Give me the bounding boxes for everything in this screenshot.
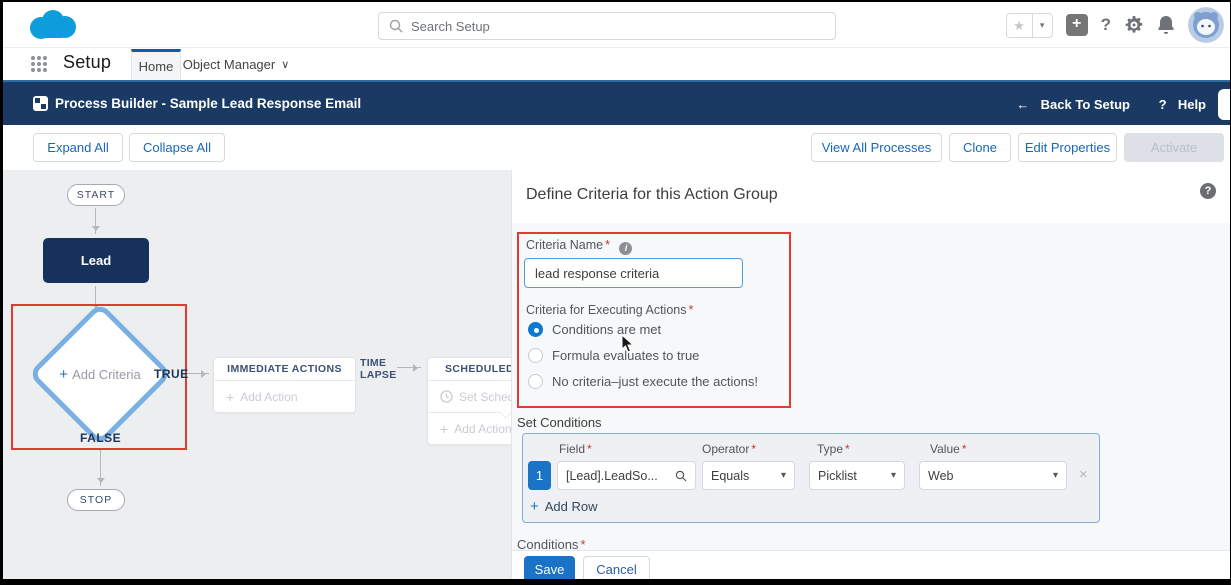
cancel-button[interactable]: Cancel <box>583 556 650 579</box>
back-to-setup-link[interactable]: ← Back To Setup <box>1016 97 1130 112</box>
true-branch-label: TRUE <box>154 367 189 381</box>
salesforce-window: ★ ▾ + ? Setup Home Object Manager ∨ Proc… <box>3 2 1230 579</box>
radio-no-criteria[interactable]: No criteria–just execute the actions! <box>528 374 758 389</box>
search-input[interactable] <box>411 18 791 34</box>
panel-title: Define Criteria for this Action Group <box>526 186 778 203</box>
condition-row-number: 1 <box>528 461 551 490</box>
connector-start-lead <box>91 208 100 234</box>
radio-conditions-are-met[interactable]: Conditions are met <box>528 322 661 337</box>
plus-icon: + <box>226 388 235 405</box>
radio-label: No criteria–just execute the actions! <box>552 374 758 389</box>
clock-icon <box>440 390 453 403</box>
video-frame: ★ ▾ + ? Setup Home Object Manager ∨ Proc… <box>0 0 1231 585</box>
info-icon[interactable]: i <box>619 242 633 255</box>
mouse-cursor <box>621 334 635 353</box>
clone-button[interactable]: Clone <box>949 133 1011 162</box>
connector-true <box>187 369 209 378</box>
bell-icon[interactable] <box>1157 15 1175 35</box>
favorites-button[interactable]: ★ ▾ <box>1005 12 1053 38</box>
executing-actions-label: Criteria for Executing Actions * <box>526 303 694 317</box>
help-icon[interactable]: ? <box>1101 15 1111 35</box>
panel-help-icon[interactable]: ? <box>1200 183 1216 199</box>
back-arrow-icon: ← <box>1016 97 1030 112</box>
radio-selected-icon[interactable] <box>528 322 543 337</box>
add-row-button[interactable]: + Add Row <box>530 498 598 515</box>
panel-header: Define Criteria for this Action Group ? <box>512 170 1230 223</box>
plus-icon: + <box>530 498 539 515</box>
criteria-panel: Define Criteria for this Action Group ? … <box>511 170 1230 579</box>
search-icon <box>389 19 403 33</box>
chevron-down-icon[interactable]: ▾ <box>1033 14 1052 37</box>
app-launcher-icon[interactable] <box>31 56 47 72</box>
remove-row-icon[interactable]: × <box>1079 466 1088 483</box>
connector-time-lapse <box>397 363 421 372</box>
start-node: START <box>67 184 125 206</box>
time-lapse-label: TIME LAPSE <box>360 357 397 381</box>
immediate-actions-title: IMMEDIATE ACTIONS <box>214 358 355 381</box>
field-header: Field * <box>559 442 592 456</box>
plus-icon: + <box>440 420 449 437</box>
lead-object-node[interactable]: Lead <box>43 238 149 283</box>
stop-node: STOP <box>67 489 125 511</box>
chevron-down-icon: ▾ <box>780 470 786 481</box>
builder-toolbar: Expand All Collapse All View All Process… <box>3 125 1230 170</box>
header-edge-button[interactable] <box>1218 89 1230 120</box>
add-action-button[interactable]: + Add Action <box>214 381 355 412</box>
chevron-down-icon: ∨ <box>281 59 290 71</box>
set-conditions-label: Set Conditions <box>517 415 602 430</box>
builder-help-link[interactable]: ? Help <box>1159 97 1206 112</box>
false-branch-label: FALSE <box>80 431 122 445</box>
radio-formula-evaluates[interactable]: Formula evaluates to true <box>528 348 699 363</box>
save-button[interactable]: Save <box>524 556 575 579</box>
question-icon: ? <box>1158 97 1167 112</box>
global-header: ★ ▾ + ? <box>3 2 1230 48</box>
collapse-all-button[interactable]: Collapse All <box>129 133 225 162</box>
chevron-down-icon: ▾ <box>890 470 896 481</box>
tab-object-manager-label: Object Manager <box>182 57 276 72</box>
tab-home-label: Home <box>138 58 174 74</box>
panel-footer: Save Cancel <box>512 550 1230 579</box>
radio-label: Conditions are met <box>552 322 662 337</box>
view-all-processes-button[interactable]: View All Processes <box>811 133 942 162</box>
operator-select[interactable]: Equals ▾ <box>702 461 795 490</box>
star-icon[interactable]: ★ <box>1007 13 1033 37</box>
type-header: Type * <box>817 442 850 456</box>
expand-all-button[interactable]: Expand All <box>33 133 123 162</box>
process-builder-title: Process Builder - Sample Lead Response E… <box>55 96 362 111</box>
value-header: Value * <box>930 442 967 456</box>
conditions-box: Field * Operator * Type * Value * 1 [Lead].L… <box>522 433 1100 523</box>
process-builder-header: Process Builder - Sample Lead Response E… <box>3 80 1230 125</box>
chevron-down-icon: ▾ <box>1052 470 1058 481</box>
immediate-actions-card: IMMEDIATE ACTIONS + Add Action <box>213 357 356 413</box>
gear-icon[interactable] <box>1124 15 1144 35</box>
setup-title: Setup <box>63 52 112 72</box>
global-search[interactable] <box>378 12 836 40</box>
activate-button[interactable]: Activate <box>1124 133 1224 162</box>
type-select[interactable]: Picklist ▾ <box>809 461 905 490</box>
radio-icon[interactable] <box>528 348 543 363</box>
header-icon-cluster: ★ ▾ + ? <box>1005 2 1224 48</box>
radio-icon[interactable] <box>528 374 543 389</box>
setup-nav-bar: Setup Home Object Manager ∨ <box>3 49 1230 80</box>
add-criteria-label[interactable]: + Add Criteria <box>36 366 164 383</box>
criteria-name-input[interactable] <box>524 258 743 288</box>
user-avatar[interactable] <box>1188 7 1224 43</box>
value-select[interactable]: Web ▾ <box>919 461 1067 490</box>
tab-object-manager[interactable]: Object Manager ∨ <box>181 49 291 80</box>
plus-icon: + <box>59 366 69 383</box>
condition-field-input[interactable]: [Lead].LeadSo... <box>557 461 696 490</box>
required-mark: * <box>688 303 694 317</box>
required-mark: * <box>605 238 610 252</box>
process-builder-icon <box>33 96 48 111</box>
search-icon <box>675 470 687 481</box>
tab-home[interactable]: Home <box>131 49 181 80</box>
salesforce-logo <box>30 10 76 39</box>
connector-false-stop <box>96 450 105 486</box>
criteria-name-label: Criteria Name * i <box>526 238 633 255</box>
operator-header: Operator * <box>702 442 757 456</box>
global-actions-icon[interactable]: + <box>1065 14 1088 36</box>
edit-properties-button[interactable]: Edit Properties <box>1018 133 1117 162</box>
